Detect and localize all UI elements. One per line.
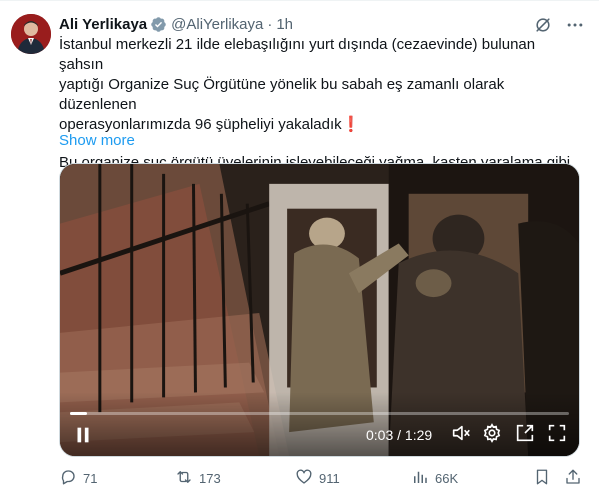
views-count: 66K: [435, 470, 459, 486]
fullscreen-icon[interactable]: [546, 422, 568, 444]
repost-icon: [175, 468, 193, 489]
video-controls: 0:03 / 1:29: [60, 392, 579, 456]
more-icon[interactable]: [565, 15, 585, 35]
show-more-link[interactable]: Show more: [59, 132, 135, 149]
tweet-text-line: yaptığı Organize Suç Örgütüne yönelik bu…: [59, 76, 505, 113]
share-icon: [564, 468, 582, 489]
picture-in-picture-icon[interactable]: [514, 422, 536, 444]
video-current-time: 0:03: [366, 427, 394, 443]
like-icon: [295, 468, 313, 489]
tweet-text-line: operasyonlarımızda 96 şüpheliyi yakaladı…: [59, 116, 361, 133]
video-progress-bar[interactable]: [70, 412, 569, 415]
author-name[interactable]: Ali Yerlikaya: [59, 16, 147, 33]
tweet-text: İstanbul merkezli 21 ilde elebaşılığını …: [59, 35, 579, 173]
bookmark-icon: [533, 468, 551, 489]
tweet-text-line: İstanbul merkezli 21 ilde elebaşılığını …: [59, 36, 536, 73]
video-time: 0:03 / 1:29: [366, 427, 432, 443]
verified-badge-icon: [150, 16, 167, 33]
tweet-header: Ali Yerlikaya @AliYerlikaya · 1h: [59, 14, 293, 34]
mute-icon[interactable]: [450, 422, 472, 444]
like-count: 911: [319, 470, 340, 486]
reply-count: 71: [83, 470, 98, 486]
repost-button[interactable]: 173: [175, 467, 221, 489]
views-button[interactable]: 66K: [411, 467, 458, 489]
settings-icon[interactable]: [481, 422, 503, 444]
video-time-separator: /: [393, 427, 405, 443]
reply-button[interactable]: 71: [59, 467, 97, 489]
tweet-time[interactable]: 1h: [276, 16, 293, 33]
separator-dot: ·: [267, 15, 273, 33]
tweet-top-actions: [533, 15, 585, 35]
bookmark-button[interactable]: [533, 467, 551, 489]
pause-icon[interactable]: [72, 424, 94, 446]
avatar[interactable]: [11, 14, 51, 54]
video-progress-fill: [70, 412, 87, 415]
author-handle[interactable]: @AliYerlikaya: [171, 16, 263, 33]
video-player[interactable]: 0:03 / 1:29: [59, 163, 580, 457]
tweet[interactable]: Ali Yerlikaya @AliYerlikaya · 1h İstanbu…: [0, 0, 599, 500]
like-button[interactable]: 911: [295, 467, 340, 489]
video-duration: 1:29: [404, 427, 433, 443]
grok-icon[interactable]: [533, 15, 553, 35]
views-icon: [411, 468, 429, 489]
share-button[interactable]: [564, 467, 582, 489]
reply-icon: [59, 468, 77, 489]
repost-count: 173: [199, 470, 221, 486]
tweet-actions: 71 173 911 66K: [59, 467, 584, 489]
